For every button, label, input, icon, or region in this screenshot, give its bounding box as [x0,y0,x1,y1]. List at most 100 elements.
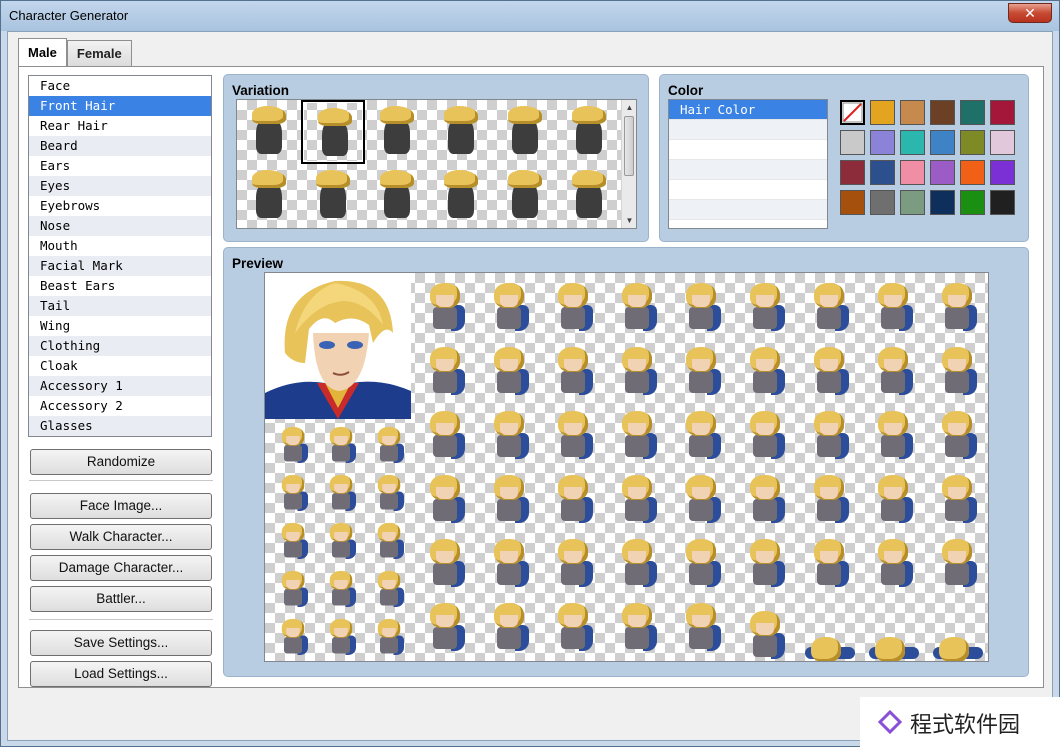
character-sprite [541,275,605,339]
color-list-item[interactable] [669,200,827,220]
part-item[interactable]: Face [29,76,211,96]
walk-character-button[interactable]: Walk Character... [30,524,212,550]
battler-button[interactable]: Battler... [30,586,212,612]
tab-male[interactable]: Male [18,38,67,66]
part-item[interactable]: Mouth [29,236,211,256]
character-sprite [861,467,925,531]
part-item[interactable]: Glasses [29,416,211,436]
color-list[interactable]: Hair Color [668,99,828,229]
color-swatch[interactable] [960,190,985,215]
character-sprite [317,613,365,661]
damage-character-button[interactable]: Damage Character... [30,555,212,581]
color-swatch[interactable] [990,190,1015,215]
color-swatch[interactable] [930,190,955,215]
character-sprite [733,467,797,531]
title-bar[interactable]: Character Generator ✕ [1,1,1059,31]
variation-option[interactable] [493,100,557,164]
part-item[interactable]: Nose [29,216,211,236]
color-swatch[interactable] [990,100,1015,125]
variation-option[interactable] [557,164,621,228]
part-item[interactable]: Tail [29,296,211,316]
character-sprite [861,339,925,403]
scroll-down-icon[interactable]: ▼ [622,213,636,228]
part-item[interactable]: Wing [29,316,211,336]
tab-female[interactable]: Female [66,40,132,66]
character-sprite [669,467,733,531]
variation-option[interactable] [493,164,557,228]
part-item[interactable]: Eyebrows [29,196,211,216]
character-sprite [541,531,605,595]
parts-list[interactable]: Face Front Hair Rear Hair Beard Ears Eyes Eyeb… [28,75,212,437]
character-sprite [365,469,413,517]
part-item[interactable]: Accessory 1 [29,376,211,396]
color-swatch[interactable] [990,160,1015,185]
variation-option[interactable] [557,100,621,164]
character-sprite [269,517,317,565]
color-swatch[interactable] [870,190,895,215]
character-sprite [605,531,669,595]
separator [29,619,213,620]
color-list-item[interactable] [669,120,827,140]
color-list-item[interactable]: Hair Color [669,100,827,120]
variation-option[interactable] [301,164,365,228]
variation-option[interactable] [237,100,301,164]
color-swatch[interactable] [960,160,985,185]
character-sprite [669,275,733,339]
randomize-button[interactable]: Randomize [30,449,212,475]
preview-title: Preview [232,256,284,271]
variation-grid[interactable] [237,100,623,228]
part-item[interactable]: Clothing [29,336,211,356]
color-swatch[interactable] [870,160,895,185]
color-swatch[interactable] [960,100,985,125]
color-swatch[interactable] [990,130,1015,155]
color-swatch[interactable] [870,100,895,125]
color-swatch[interactable] [960,130,985,155]
part-item[interactable]: Rear Hair [29,116,211,136]
preview-group: Preview [223,247,1029,677]
variation-option[interactable] [301,100,365,164]
color-list-item[interactable] [669,140,827,160]
load-settings-button[interactable]: Load Settings... [30,661,212,687]
close-button[interactable]: ✕ [1008,3,1052,23]
character-sprite [317,469,365,517]
variation-option[interactable] [237,164,301,228]
color-swatch[interactable] [900,190,925,215]
color-swatch[interactable] [900,100,925,125]
color-swatch[interactable] [900,130,925,155]
character-sprite [861,275,925,339]
color-list-item[interactable] [669,180,827,200]
color-swatch[interactable] [840,190,865,215]
face-image-button[interactable]: Face Image... [30,493,212,519]
part-item[interactable]: Eyes [29,176,211,196]
color-swatch[interactable] [840,130,865,155]
color-swatch[interactable] [930,160,955,185]
variation-option[interactable] [429,164,493,228]
variation-option[interactable] [429,100,493,164]
part-item[interactable]: Accessory 2 [29,396,211,416]
scroll-thumb[interactable] [624,116,634,176]
part-item[interactable]: Front Hair [29,96,211,116]
color-swatch[interactable] [930,130,955,155]
scroll-up-icon[interactable]: ▲ [622,100,636,115]
color-swatch[interactable] [930,100,955,125]
character-sprite [365,565,413,613]
save-settings-button[interactable]: Save Settings... [30,630,212,656]
character-sprite [605,275,669,339]
variation-option[interactable] [365,100,429,164]
part-item[interactable]: Ears [29,156,211,176]
color-swatch[interactable] [840,160,865,185]
variation-option[interactable] [365,164,429,228]
no-color-swatch[interactable] [840,100,865,125]
character-sprite [269,613,317,661]
color-list-item[interactable] [669,160,827,180]
part-item[interactable]: Facial Mark [29,256,211,276]
tab-panel: Face Front Hair Rear Hair Beard Ears Eyes Eyeb… [18,66,1044,688]
variation-scrollbar[interactable]: ▲ ▼ [621,100,636,228]
character-sprite-down [925,603,988,661]
part-item[interactable]: Beard [29,136,211,156]
part-item[interactable]: Cloak [29,356,211,376]
color-swatch[interactable] [900,160,925,185]
separator [29,480,213,481]
color-swatch[interactable] [870,130,895,155]
part-item[interactable]: Beast Ears [29,276,211,296]
